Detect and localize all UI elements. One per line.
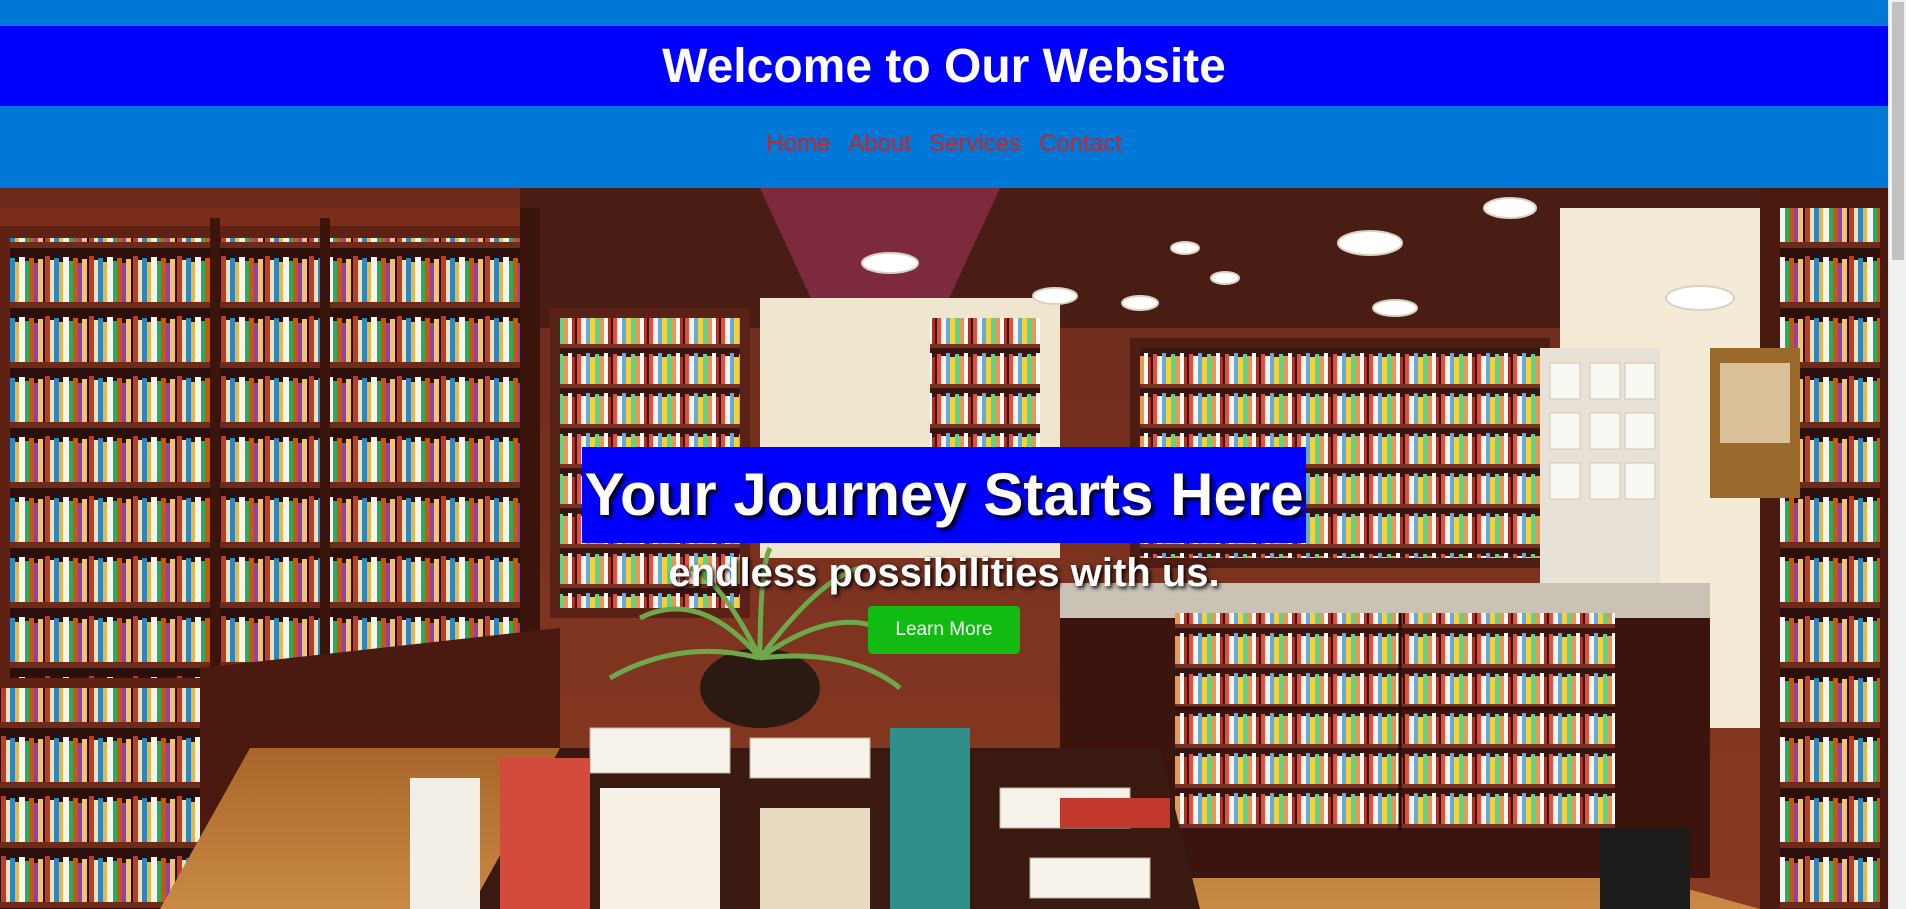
hero-content: Your Journey Starts Here endless possibi… xyxy=(0,447,1888,654)
hero-section: Your Journey Starts Here endless possibi… xyxy=(0,188,1888,909)
nav-link-home[interactable]: Home xyxy=(766,130,830,188)
nav-link-services[interactable]: Services xyxy=(929,130,1021,188)
hero-subtitle: endless possibilities with us. xyxy=(668,551,1220,595)
vertical-scrollbar[interactable] xyxy=(1888,0,1906,909)
page-viewport: Welcome to Our Website Home About Servic… xyxy=(0,0,1888,909)
learn-more-button[interactable]: Learn More xyxy=(868,606,1020,654)
main-nav: Home About Services Contact xyxy=(0,106,1888,188)
nav-link-contact[interactable]: Contact xyxy=(1039,130,1122,188)
hero-title: Your Journey Starts Here xyxy=(582,447,1306,543)
site-header: Welcome to Our Website xyxy=(0,26,1888,106)
scrollbar-thumb[interactable] xyxy=(1892,2,1904,260)
nav-link-about[interactable]: About xyxy=(848,130,911,188)
site-title: Welcome to Our Website xyxy=(662,39,1226,93)
top-strip xyxy=(0,0,1888,26)
